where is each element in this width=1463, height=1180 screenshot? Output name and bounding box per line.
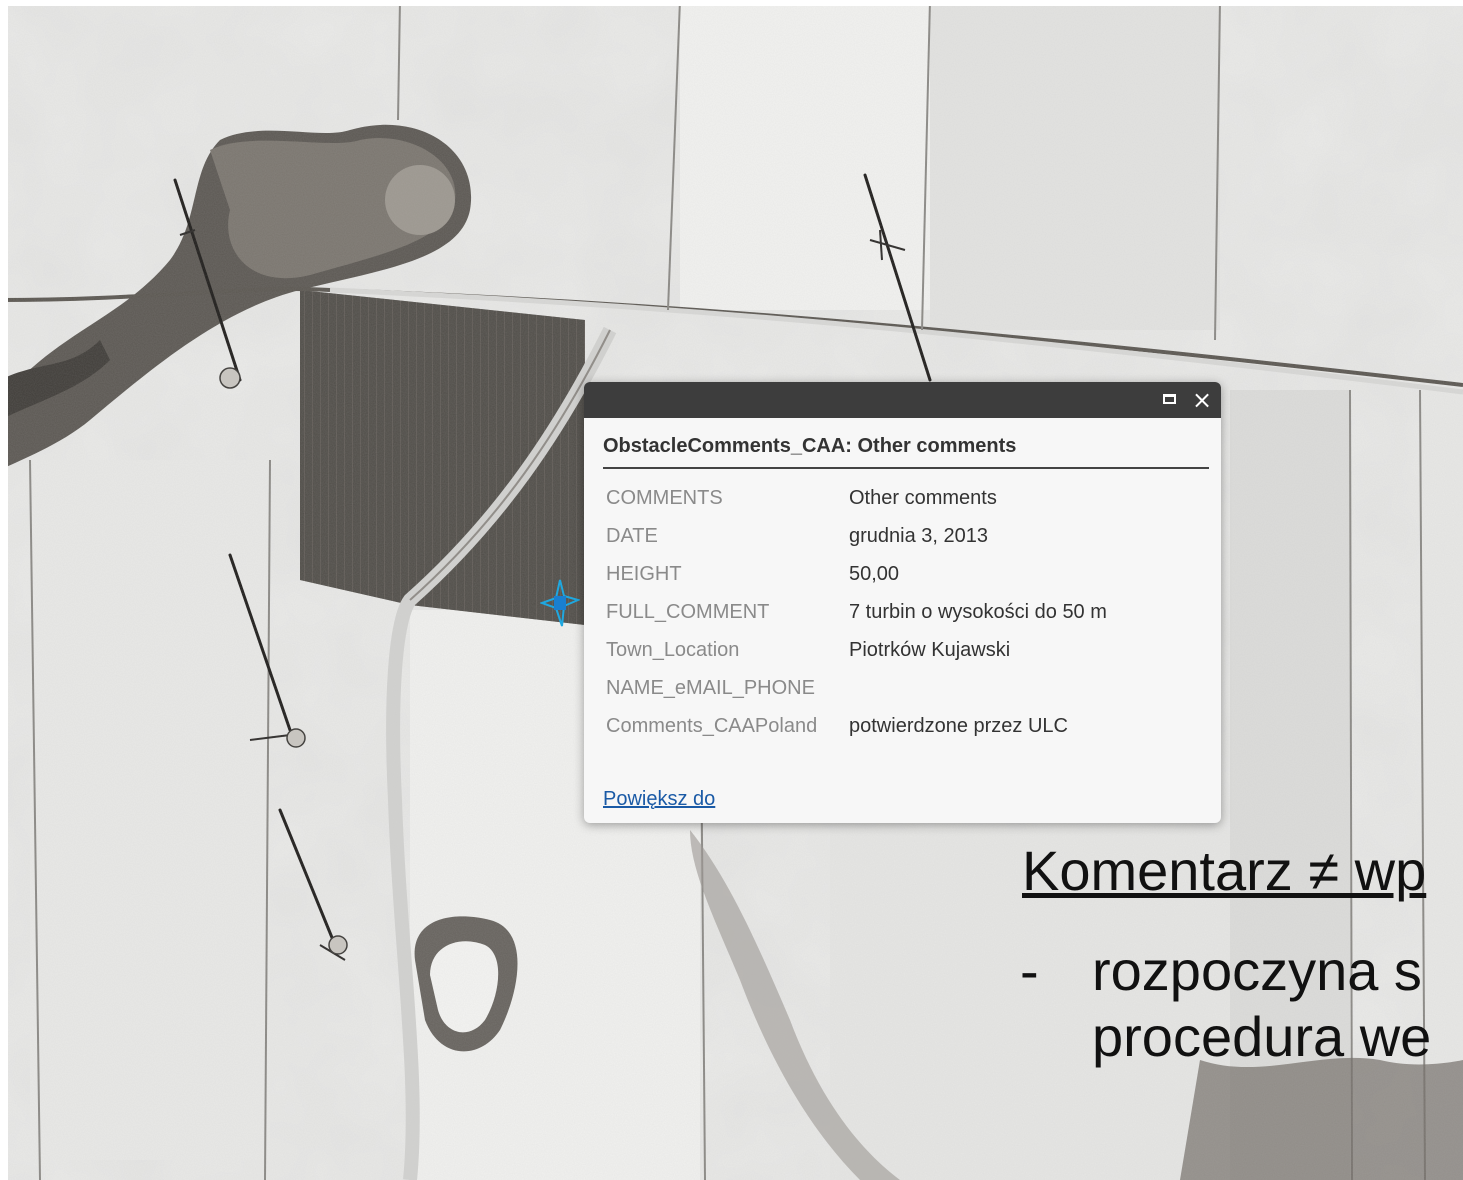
attribute-key: COMMENTS [606,486,723,509]
popup-header: × [584,382,1221,418]
location-marker-icon[interactable] [540,578,580,628]
attribute-value: Piotrków Kujawski [849,638,1011,661]
bullet-text-line-1: rozpoczyna s [1092,939,1422,1002]
attribute-key: FULL_COMMENT [606,600,770,623]
attribute-value: Other comments [849,486,997,509]
bullet-text-line-2: procedura we [1092,1005,1432,1068]
attribute-key: Comments_CAAPoland [606,714,818,737]
attribute-row: COMMENTS Other comments [603,479,1107,517]
attribute-row: DATE grudnia 3, 2013 [603,517,1107,555]
attribute-row: FULL_COMMENT 7 turbin o wysokości do 50 … [603,593,1107,631]
attribute-value: potwierdzone przez ULC [849,714,1068,737]
attribute-row: Comments_CAAPoland potwierdzone przez UL… [603,707,1107,745]
slide-heading: Komentarz ≠ wp [1022,839,1427,902]
attribute-key: Town_Location [606,638,740,661]
feature-popup: × ObstacleComments_CAA: Other comments C… [584,382,1221,823]
attributes-table: COMMENTS Other comments DATE grudnia 3, … [603,479,1107,745]
attribute-key: NAME_eMAIL_PHONE [606,676,815,699]
attribute-key: DATE [606,524,658,547]
popup-title: ObstacleComments_CAA: Other comments [603,435,1209,469]
attribute-key: HEIGHT [606,562,682,585]
zoom-to-link[interactable]: Powiększ do [603,788,715,811]
attribute-row: HEIGHT 50,00 [603,555,1107,593]
attribute-value: 7 turbin o wysokości do 50 m [849,600,1107,623]
attribute-value: 50,00 [849,562,900,585]
attribute-row: Town_Location Piotrków Kujawski [603,631,1107,669]
attribute-row: NAME_eMAIL_PHONE [603,669,1107,707]
bullet-dash: - [1020,939,1039,1002]
maximize-icon[interactable] [1159,389,1181,411]
attribute-value: grudnia 3, 2013 [849,524,989,547]
attribute-value [849,669,1107,707]
close-icon[interactable]: × [1191,388,1213,412]
